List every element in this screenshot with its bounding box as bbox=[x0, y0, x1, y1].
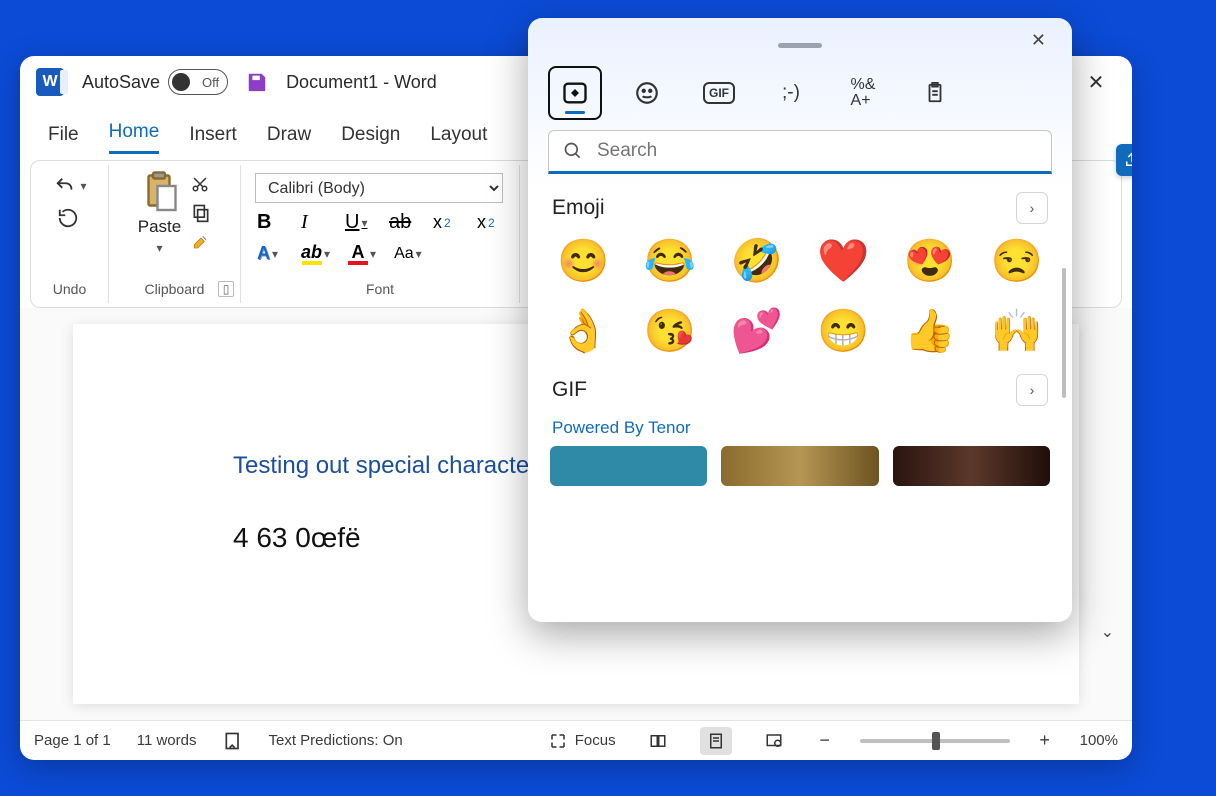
toggle-knob bbox=[172, 73, 190, 91]
status-proofing-icon[interactable] bbox=[223, 731, 243, 751]
format-painter-button[interactable] bbox=[191, 233, 211, 253]
search-icon bbox=[563, 141, 583, 161]
autosave-toggle[interactable]: Off bbox=[168, 69, 228, 95]
section-gif-expand[interactable]: › bbox=[1016, 374, 1048, 406]
cut-button[interactable] bbox=[191, 175, 211, 193]
section-gif-header: GIF › bbox=[552, 374, 1048, 406]
word-app-icon: W bbox=[36, 68, 64, 96]
emoji-item[interactable]: 😒 bbox=[989, 240, 1044, 282]
status-text-predictions[interactable]: Text Predictions: On bbox=[269, 732, 403, 749]
tab-draw[interactable]: Draw bbox=[267, 124, 311, 154]
close-window-button[interactable]: ✕ bbox=[1076, 70, 1116, 95]
subscript-button[interactable]: x2 bbox=[433, 212, 459, 233]
emoji-picker-panel: ✕ GIF ;-) %&A+ Emoji › 😊 😂 🤣 ❤️ 😍 😒 👌 😘 bbox=[528, 18, 1072, 622]
group-clipboard: Paste ▾ Clipboard ▯ bbox=[109, 165, 241, 303]
change-case-button[interactable]: Aa ▾ bbox=[394, 245, 422, 263]
tab-kaomoji[interactable]: ;-) bbox=[764, 66, 818, 120]
tab-design[interactable]: Design bbox=[341, 124, 400, 154]
font-name-select[interactable]: Calibri (Body) bbox=[255, 173, 503, 203]
gif-thumbnail[interactable] bbox=[550, 446, 707, 486]
section-emoji-header: Emoji › bbox=[552, 192, 1048, 224]
status-page[interactable]: Page 1 of 1 bbox=[34, 732, 111, 749]
gif-thumbnail[interactable] bbox=[893, 446, 1050, 486]
zoom-in-button[interactable]: + bbox=[1036, 730, 1054, 751]
emoji-search[interactable] bbox=[548, 130, 1052, 174]
tab-file[interactable]: File bbox=[48, 124, 79, 154]
panel-category-tabs: GIF ;-) %&A+ bbox=[548, 62, 1052, 130]
zoom-out-button[interactable]: − bbox=[816, 730, 834, 751]
highlight-button[interactable]: ab▾ bbox=[301, 242, 330, 265]
emoji-item[interactable]: 💕 bbox=[729, 310, 784, 352]
focus-mode-button[interactable]: Focus bbox=[549, 732, 616, 750]
copy-button[interactable] bbox=[191, 203, 211, 223]
underline-button[interactable]: U ▾ bbox=[345, 211, 371, 234]
gif-powered-by[interactable]: Powered By Tenor bbox=[552, 418, 1048, 438]
strikethrough-button[interactable]: ab bbox=[389, 211, 415, 234]
gif-thumbnail[interactable] bbox=[721, 446, 878, 486]
emoji-item[interactable]: 👍 bbox=[903, 310, 958, 352]
statusbar: Page 1 of 1 11 words Text Predictions: O… bbox=[20, 720, 1132, 760]
tab-insert[interactable]: Insert bbox=[189, 124, 237, 154]
group-font-label: Font bbox=[366, 281, 394, 297]
group-font: Calibri (Body) B I U ▾ ab x2 x2 A▾ a bbox=[241, 165, 520, 303]
zoom-percent[interactable]: 100% bbox=[1080, 732, 1118, 749]
paste-label: Paste bbox=[138, 217, 181, 237]
group-clipboard-label: Clipboard bbox=[145, 281, 205, 297]
clipboard-dialog-launcher[interactable]: ▯ bbox=[218, 281, 234, 297]
web-layout-button[interactable] bbox=[758, 727, 790, 755]
font-color-button[interactable]: A▾ bbox=[348, 242, 376, 265]
panel-scrollbar[interactable] bbox=[1062, 268, 1066, 398]
zoom-slider[interactable] bbox=[860, 739, 1010, 743]
text-effects-button[interactable]: A▾ bbox=[257, 243, 283, 264]
status-word-count[interactable]: 11 words bbox=[137, 732, 197, 749]
group-undo-label: Undo bbox=[53, 281, 86, 297]
collapse-ribbon-button[interactable]: ⌄ bbox=[1101, 622, 1114, 642]
tab-clipboard-history[interactable] bbox=[908, 66, 962, 120]
emoji-item[interactable]: 😊 bbox=[556, 240, 611, 282]
emoji-item[interactable]: 😍 bbox=[903, 240, 958, 282]
emoji-grid: 😊 😂 🤣 ❤️ 😍 😒 👌 😘 💕 😁 👍 🙌 bbox=[548, 232, 1052, 356]
gif-row bbox=[548, 446, 1052, 486]
focus-mode-label: Focus bbox=[575, 732, 616, 749]
read-mode-button[interactable] bbox=[642, 727, 674, 755]
emoji-item[interactable]: 🤣 bbox=[729, 240, 784, 282]
section-emoji-expand[interactable]: › bbox=[1016, 192, 1048, 224]
drag-handle[interactable] bbox=[778, 43, 822, 48]
zoom-slider-thumb[interactable] bbox=[932, 732, 940, 750]
group-undo: ▾ Undo bbox=[31, 165, 109, 303]
autosave-control[interactable]: AutoSave Off bbox=[82, 69, 228, 95]
autosave-state: Off bbox=[202, 75, 219, 90]
tab-gif[interactable]: GIF bbox=[692, 66, 746, 120]
emoji-search-input[interactable] bbox=[597, 140, 1037, 162]
redo-button[interactable] bbox=[57, 207, 83, 229]
undo-button[interactable]: ▾ bbox=[52, 175, 86, 197]
section-gif-title: GIF bbox=[552, 378, 587, 402]
autosave-label: AutoSave bbox=[82, 72, 160, 93]
tab-emoji[interactable] bbox=[620, 66, 674, 120]
tab-recent[interactable] bbox=[548, 66, 602, 120]
emoji-item[interactable]: 😘 bbox=[643, 310, 698, 352]
superscript-button[interactable]: x2 bbox=[477, 212, 503, 233]
tab-symbols[interactable]: %&A+ bbox=[836, 66, 890, 120]
paste-button[interactable]: Paste ▾ bbox=[138, 171, 181, 255]
panel-header: ✕ bbox=[548, 28, 1052, 62]
emoji-item[interactable]: 😂 bbox=[643, 240, 698, 282]
tab-layout[interactable]: Layout bbox=[430, 124, 487, 154]
bold-button[interactable]: B bbox=[257, 211, 283, 234]
document-title: Document1 - Word bbox=[286, 72, 437, 93]
section-emoji-title: Emoji bbox=[552, 196, 605, 220]
emoji-item[interactable]: 👌 bbox=[556, 310, 611, 352]
emoji-item[interactable]: 😁 bbox=[816, 310, 871, 352]
share-button[interactable] bbox=[1116, 144, 1132, 176]
emoji-item[interactable]: ❤️ bbox=[816, 240, 871, 282]
emoji-item[interactable]: 🙌 bbox=[989, 310, 1044, 352]
tab-home[interactable]: Home bbox=[109, 121, 160, 154]
save-icon[interactable] bbox=[246, 71, 268, 93]
italic-button[interactable]: I bbox=[301, 211, 327, 234]
print-layout-button[interactable] bbox=[700, 727, 732, 755]
panel-close-button[interactable]: ✕ bbox=[1031, 30, 1046, 51]
